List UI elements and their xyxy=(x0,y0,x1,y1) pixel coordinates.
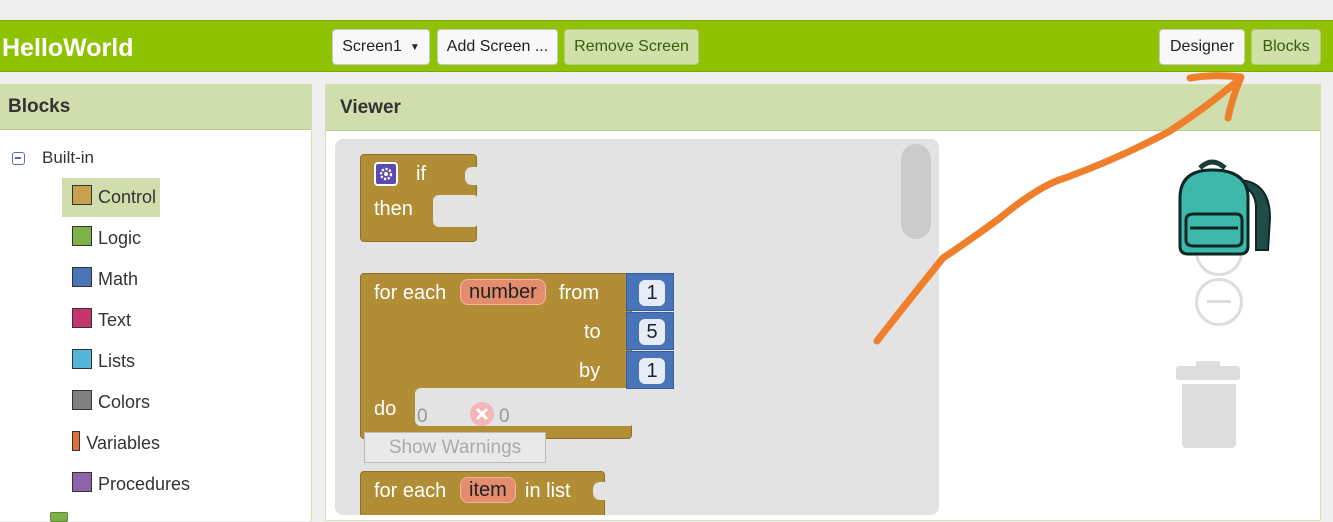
backpack-icon[interactable] xyxy=(1170,158,1280,258)
category-label: Procedures xyxy=(98,474,191,494)
category-colors[interactable]: Colors xyxy=(62,383,160,422)
screen-select-dropdown[interactable]: Screen1 ▼ xyxy=(332,29,430,65)
blocks-panel-title: Blocks xyxy=(0,84,311,130)
loop-variable-number[interactable]: number xyxy=(460,279,546,305)
category-procedures[interactable]: Procedures xyxy=(62,465,202,504)
viewer-title: Viewer xyxy=(326,85,1320,131)
lists-swatch-icon xyxy=(72,348,92,369)
to-value[interactable]: 5 xyxy=(639,319,665,345)
workspace-scrollbar[interactable] xyxy=(901,144,931,239)
category-label: Colors xyxy=(98,392,151,412)
if-label: if xyxy=(416,163,426,185)
control-swatch-icon xyxy=(72,184,92,205)
top-toolbar: HelloWorld Screen1 ▼ Add Screen ... Remo… xyxy=(0,20,1333,72)
designer-button[interactable]: Designer xyxy=(1159,29,1245,65)
if-then-block[interactable]: if then xyxy=(360,154,479,242)
zoom-out-button[interactable] xyxy=(1195,278,1243,326)
gear-icon[interactable] xyxy=(374,162,398,186)
builtin-label: Built-in xyxy=(42,148,94,167)
show-warnings-button[interactable]: Show Warnings xyxy=(364,432,546,463)
loop-variable-item[interactable]: item xyxy=(460,477,516,503)
to-number-block[interactable]: 5 xyxy=(626,312,674,350)
in-list-label: in list xyxy=(525,480,571,502)
by-value[interactable]: 1 xyxy=(639,358,665,384)
collapse-icon[interactable] xyxy=(12,151,25,165)
by-label: by xyxy=(579,360,601,382)
category-label: Math xyxy=(98,269,139,289)
blocks-workspace[interactable]: if then for each number from to by do 1 … xyxy=(335,139,939,515)
error-icon xyxy=(470,402,494,426)
trash-can-icon[interactable] xyxy=(1182,384,1236,448)
logic-swatch-icon xyxy=(72,225,92,246)
then-statement-slot xyxy=(433,195,479,227)
from-label: from xyxy=(559,282,599,304)
category-label: Logic xyxy=(98,228,142,248)
for-range-block[interactable]: for each number from to by do xyxy=(360,273,635,439)
error-count: 0 xyxy=(499,406,510,427)
blocks-panel: Blocks Built-in Control Logic Math Text … xyxy=(0,84,312,522)
math-swatch-icon xyxy=(72,266,92,287)
category-variables[interactable]: Variables xyxy=(62,424,160,463)
blocks-button[interactable]: Blocks xyxy=(1251,29,1321,65)
dropdown-caret-icon: ▼ xyxy=(409,41,420,53)
do-label: do xyxy=(374,398,397,420)
variables-swatch-icon xyxy=(72,430,81,451)
warning-count: 0 xyxy=(417,406,428,427)
category-lists[interactable]: Lists xyxy=(62,342,160,381)
category-logic[interactable]: Logic xyxy=(62,219,160,258)
from-value[interactable]: 1 xyxy=(639,280,665,306)
category-text[interactable]: Text xyxy=(62,301,160,340)
category-label: Text xyxy=(98,310,132,330)
by-number-block[interactable]: 1 xyxy=(626,351,674,389)
remove-screen-button[interactable]: Remove Screen xyxy=(564,29,699,65)
if-input-socket xyxy=(465,167,479,185)
category-control[interactable]: Control xyxy=(62,178,160,217)
for-each-label: for each xyxy=(374,282,447,304)
procedures-swatch-icon xyxy=(72,471,92,492)
category-label: Variables xyxy=(86,433,160,453)
trash-lid xyxy=(1176,366,1240,380)
do-statement-slot xyxy=(415,388,635,426)
project-title: HelloWorld xyxy=(2,34,134,62)
category-label: Control xyxy=(98,187,157,207)
category-math[interactable]: Math xyxy=(62,260,160,299)
builtin-tree-node[interactable]: Built-in xyxy=(12,148,94,168)
screen-select-label: Screen1 xyxy=(342,38,402,55)
colors-swatch-icon xyxy=(72,389,92,410)
from-number-block[interactable]: 1 xyxy=(626,273,674,311)
for-list-block[interactable]: for each item in list xyxy=(360,471,607,515)
add-screen-button[interactable]: Add Screen ... xyxy=(437,29,558,65)
to-label: to xyxy=(584,321,601,343)
for-each-item-label: for each xyxy=(374,480,447,502)
list-input-socket xyxy=(593,482,607,500)
then-label: then xyxy=(374,198,413,220)
category-label: Lists xyxy=(98,351,136,371)
text-swatch-icon xyxy=(72,307,92,328)
